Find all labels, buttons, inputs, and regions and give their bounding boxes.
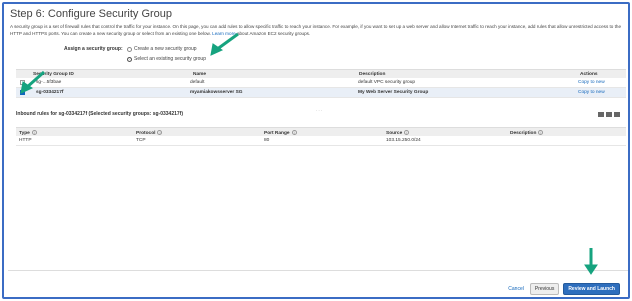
arrow-icon xyxy=(210,32,239,56)
arrow-icon xyxy=(20,70,45,94)
arrow-icon xyxy=(584,248,598,275)
annotation-arrows xyxy=(20,32,598,275)
